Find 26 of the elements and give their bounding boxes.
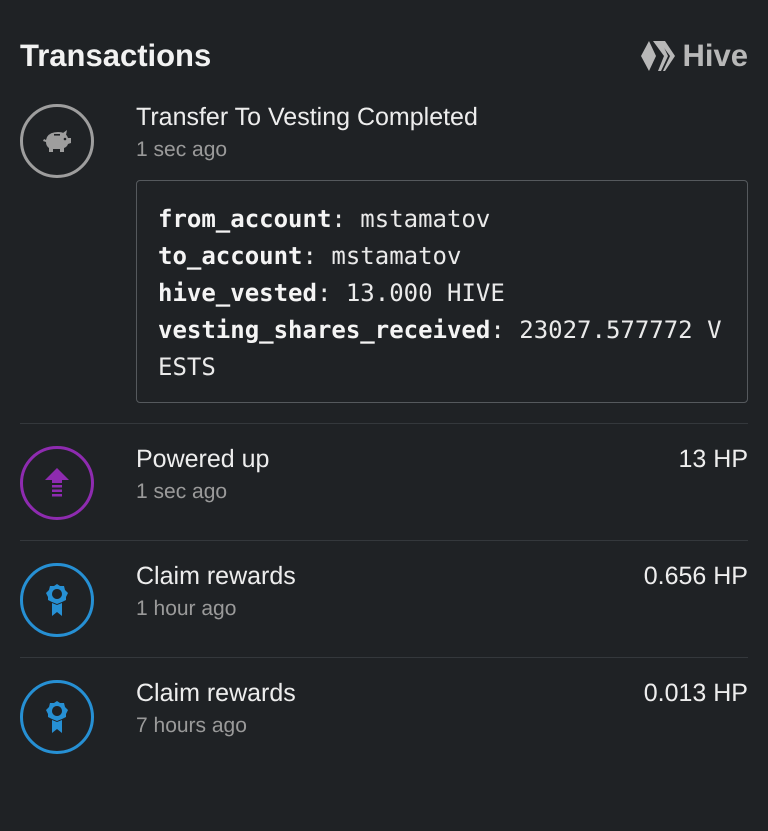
transaction-time: 1 sec ago [136, 480, 228, 504]
arrow-up-icon [45, 468, 69, 498]
transaction-amount: 0.013 HP [644, 679, 748, 708]
award-ribbon-icon [46, 701, 68, 733]
piggy-bank-icon [41, 129, 73, 153]
transaction-time: 7 hours ago [136, 714, 248, 738]
transaction-row[interactable]: Claim rewards 0.013 HP 7 hours ago [20, 657, 748, 774]
transaction-amount: 0.656 HP [644, 562, 748, 591]
detail-line: from_account: mstamatov [158, 204, 492, 235]
transaction-title: Claim rewards [136, 678, 296, 709]
transaction-row[interactable]: Claim rewards 0.656 HP 1 hour ago [20, 540, 748, 657]
hive-logo-icon [640, 41, 675, 71]
brand-name: Hive [682, 38, 748, 74]
transaction-title: Powered up [136, 444, 270, 475]
detail-line: hive_vested: 13.000 HIVE [158, 278, 506, 309]
transaction-amount: 13 HP [678, 445, 748, 474]
page-title: Transactions [20, 38, 212, 74]
award-ribbon-icon [46, 584, 68, 616]
transaction-row[interactable]: Powered up 13 HP 1 sec ago [20, 423, 748, 540]
transaction-row[interactable]: Transfer To Vesting Completed 1 sec ago from_account: mstamatov to_account: mstamatov hive_vested: 13.000 HIVE vesting_shares_received: 23027.577772 VESTS [20, 100, 748, 423]
detail-line: vesting_shares_received: 23027.577772 VESTS [158, 315, 723, 383]
transaction-time: 1 hour ago [136, 597, 238, 621]
transaction-title: Claim rewards [136, 561, 296, 592]
detail-line: to_account: mstamatov [158, 241, 462, 272]
transaction-title: Transfer To Vesting Completed [136, 102, 478, 133]
transaction-time: 1 sec ago [136, 138, 228, 162]
